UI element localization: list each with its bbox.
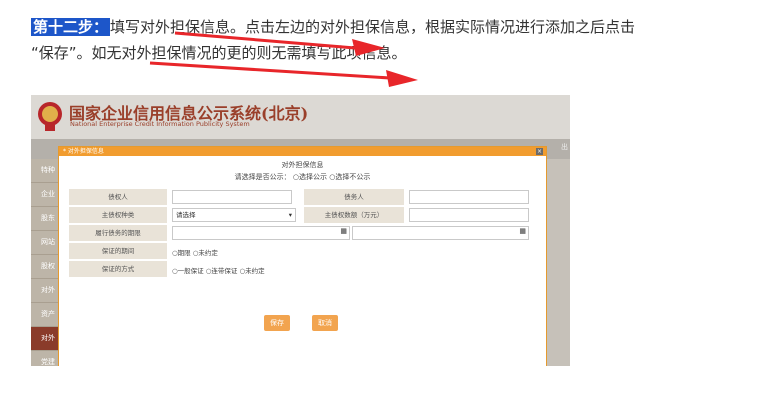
dialog-header-title: * 对外担保信息 bbox=[63, 148, 104, 155]
public-question: 请选择是否公示： bbox=[234, 173, 291, 181]
sidebar-item[interactable]: 企业 bbox=[31, 183, 59, 207]
sidebar-item[interactable]: 资产 bbox=[31, 303, 59, 327]
red-arrow-lower bbox=[149, 61, 391, 80]
guarantee-method-label: 保证的方式 bbox=[69, 261, 167, 277]
nav-right-text[interactable]: 出 bbox=[561, 142, 568, 152]
main-debt-type-select[interactable]: 请选择 ▾ bbox=[172, 208, 296, 222]
dialog-header: * 对外担保信息 × bbox=[59, 147, 546, 156]
period-start-date-input[interactable]: ▦ bbox=[172, 226, 350, 240]
sidebar-item[interactable]: 对外 bbox=[31, 279, 59, 303]
close-icon[interactable]: × bbox=[536, 148, 543, 155]
guarantee-dialog: * 对外担保信息 × 对外担保信息 请选择是否公示： ○选择公示 ○选择不公示 … bbox=[58, 146, 547, 366]
form-title: 对外担保信息 bbox=[281, 161, 324, 169]
sidebar-item[interactable]: 股权 bbox=[31, 255, 59, 279]
red-arrow-upper bbox=[174, 31, 356, 50]
chevron-down-icon: ▾ bbox=[288, 211, 292, 219]
guarantee-period-options: ○期限 ○未约定 bbox=[172, 247, 218, 257]
creditor-input[interactable] bbox=[172, 190, 292, 204]
save-button[interactable]: 保存 bbox=[264, 315, 290, 331]
calendar-icon[interactable]: ▦ bbox=[519, 227, 526, 235]
sidebar-item[interactable]: 股东 bbox=[31, 207, 59, 231]
sidebar-item[interactable]: 网站 bbox=[31, 231, 59, 255]
sidebar-item[interactable]: 特种 bbox=[31, 159, 59, 183]
right-panel bbox=[546, 159, 570, 366]
main-debt-type-label: 主债权种类 bbox=[69, 207, 167, 223]
sidebar: 特种 企业 股东 网站 股权 对外 资产 对外 党建 bbox=[31, 159, 59, 366]
system-subtitle: National Enterprise Credit Information P… bbox=[70, 120, 250, 128]
embedded-screenshot: 国家企业信用信息公示系统(北京) National Enterprise Cre… bbox=[31, 95, 570, 366]
public-option-yes[interactable]: 选择公示 bbox=[299, 173, 327, 181]
debtor-label: 债务人 bbox=[304, 189, 404, 205]
main-debt-amount-label: 主债权数额（万元） bbox=[304, 207, 404, 223]
sidebar-item-external-guarantee[interactable]: 对外 bbox=[31, 327, 59, 351]
sidebar-item[interactable]: 党建 bbox=[31, 351, 59, 366]
main-debt-amount-input[interactable] bbox=[409, 208, 529, 222]
guarantee-period-option-none[interactable]: 未约定 bbox=[198, 249, 218, 257]
performance-period-label: 履行债务的期限 bbox=[69, 225, 167, 241]
public-option-no[interactable]: 选择不公示 bbox=[335, 173, 370, 181]
guarantee-method-options: ○一般保证 ○连带保证 ○未约定 bbox=[172, 265, 265, 275]
system-banner: 国家企业信用信息公示系统(北京) National Enterprise Cre… bbox=[31, 95, 570, 139]
cancel-button[interactable]: 取消 bbox=[312, 315, 338, 331]
national-emblem-icon bbox=[38, 102, 62, 131]
red-arrow-upper-head bbox=[352, 39, 385, 56]
guarantee-period-option-term[interactable]: 期限 bbox=[178, 249, 191, 257]
debtor-input[interactable] bbox=[409, 190, 529, 204]
guarantee-period-label: 保证的期间 bbox=[69, 243, 167, 259]
guarantee-method-none[interactable]: 未约定 bbox=[245, 267, 265, 275]
creditor-label: 债权人 bbox=[69, 189, 167, 205]
public-choice-row: 请选择是否公示： ○选择公示 ○选择不公示 bbox=[59, 172, 546, 182]
calendar-icon[interactable]: ▦ bbox=[340, 227, 347, 235]
main-debt-type-value: 请选择 bbox=[176, 211, 196, 219]
guarantee-method-general[interactable]: 一般保证 bbox=[178, 267, 204, 275]
guarantee-method-joint[interactable]: 连带保证 bbox=[211, 267, 237, 275]
red-arrow-lower-head bbox=[386, 70, 418, 87]
period-end-date-input[interactable]: ▦ bbox=[352, 226, 529, 240]
